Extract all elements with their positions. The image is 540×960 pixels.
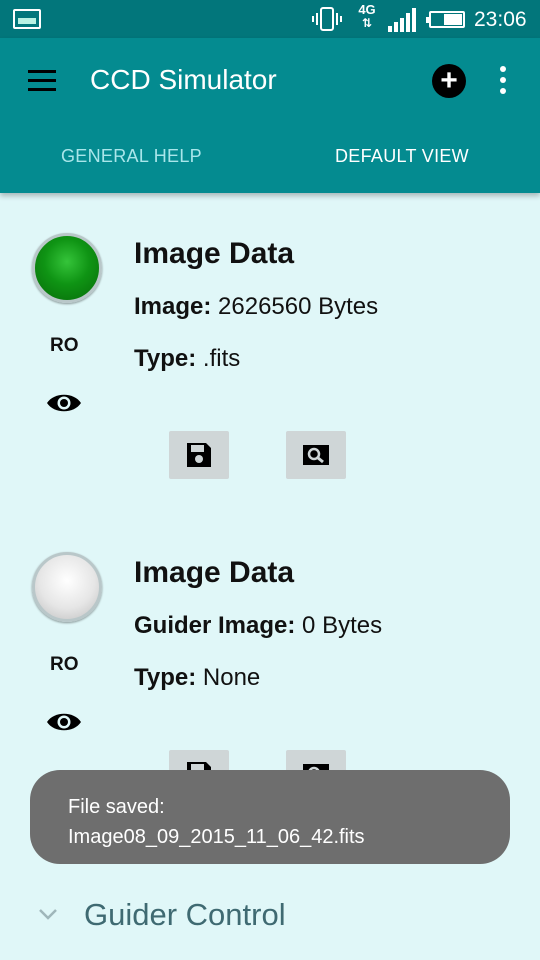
card-title: Image Data xyxy=(134,237,295,270)
network-type: 4G xyxy=(358,2,376,17)
clock: 23:06 xyxy=(474,8,527,31)
image-type-row: Type: .fits xyxy=(134,345,240,373)
add-icon[interactable]: + xyxy=(432,64,466,98)
status-bar: 4G ⇅ 23:06 xyxy=(0,0,540,38)
save-icon xyxy=(187,443,211,467)
network-type-icon: 4G ⇅ xyxy=(358,2,376,30)
guider-size-value: 0 Bytes xyxy=(302,612,383,639)
guider-control-section[interactable]: Guider Control xyxy=(0,893,540,943)
save-button[interactable] xyxy=(169,431,229,479)
app-bar: CCD Simulator + GENERAL HELP DEFAULT VIE… xyxy=(0,38,540,193)
more-options-icon[interactable] xyxy=(494,66,514,96)
status-light-ok xyxy=(32,233,102,303)
toast-message: File saved: Image08_09_2015_11_06_42.fit… xyxy=(30,770,510,864)
battery-fill xyxy=(444,14,462,25)
image-search-icon xyxy=(303,445,329,465)
permission-label: RO xyxy=(50,654,79,675)
image-size-label: Image: xyxy=(134,293,212,320)
guider-size-row: Guider Image: 0 Bytes xyxy=(134,612,382,640)
guider-type-value: None xyxy=(202,664,261,691)
section-title: Guider Control xyxy=(84,897,286,932)
toast-line-1: File saved: xyxy=(68,796,165,818)
image-type-label: Type: xyxy=(134,345,197,372)
guider-size-label: Guider Image: xyxy=(134,612,296,639)
eye-icon[interactable] xyxy=(46,710,82,734)
app-title: CCD Simulator xyxy=(90,64,277,95)
menu-icon[interactable] xyxy=(26,68,58,96)
guider-type-label: Type: xyxy=(134,664,197,691)
image-size-row: Image: 2626560 Bytes xyxy=(134,293,378,321)
chevron-down-icon xyxy=(39,909,57,920)
image-notification-icon xyxy=(13,9,41,29)
guider-type-row: Type: None xyxy=(134,664,260,692)
status-light-idle xyxy=(32,552,102,622)
tab-general-help[interactable]: GENERAL HELP xyxy=(61,146,202,167)
image-size-value: 2626560 Bytes xyxy=(218,293,379,320)
view-image-button[interactable] xyxy=(286,431,346,479)
vibrate-icon xyxy=(312,7,342,31)
image-type-value: .fits xyxy=(202,345,241,372)
eye-icon[interactable] xyxy=(46,391,82,415)
signal-icon xyxy=(388,8,416,32)
battery-icon xyxy=(426,11,465,28)
permission-label: RO xyxy=(50,335,79,356)
tab-default-view[interactable]: DEFAULT VIEW xyxy=(335,146,469,167)
image-data-card: RO Image Data Image: 2626560 Bytes Type:… xyxy=(0,233,540,513)
toast-line-2: Image08_09_2015_11_06_42.fits xyxy=(68,826,365,848)
card-title: Image Data xyxy=(134,556,295,589)
